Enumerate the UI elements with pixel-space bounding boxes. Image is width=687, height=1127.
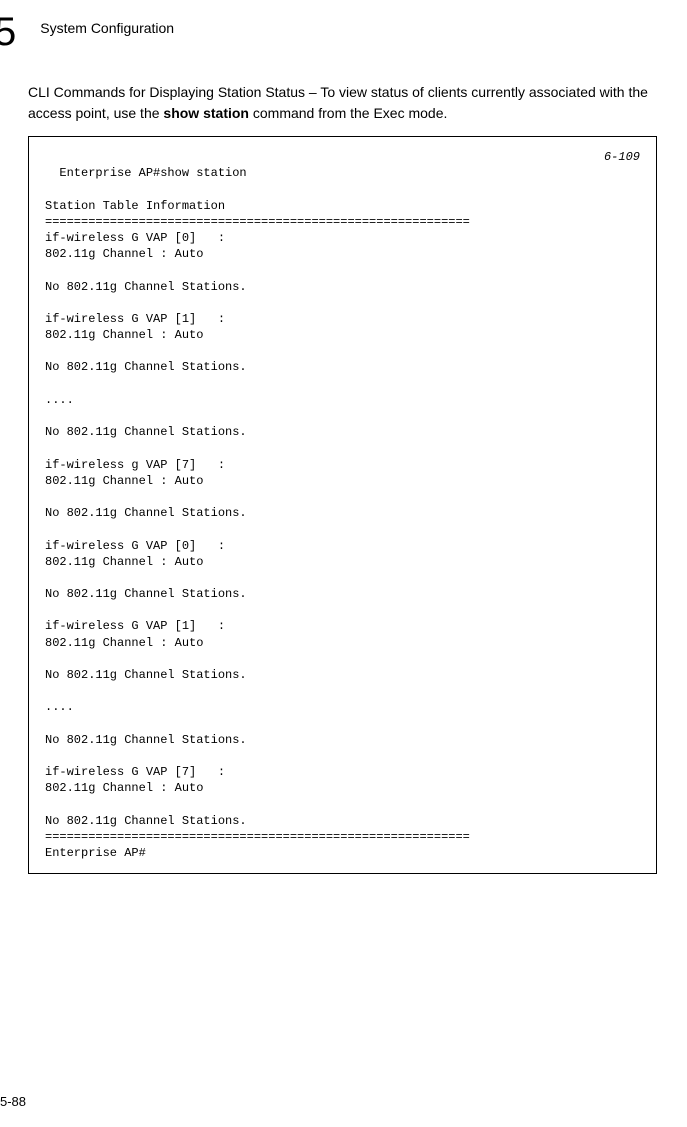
intro-text-after: command from the Exec mode.: [249, 105, 447, 121]
intro-command: show station: [163, 105, 249, 121]
page-header: 5 System Configuration: [28, 18, 657, 52]
chapter-number: 5: [0, 12, 16, 52]
code-block: 6-109 Enterprise AP#show station Station …: [28, 136, 657, 874]
page-number: 5-88: [0, 1094, 26, 1109]
header-title: System Configuration: [40, 20, 174, 36]
intro-paragraph: CLI Commands for Displaying Station Stat…: [28, 82, 657, 124]
code-body: Enterprise AP#show station Station Table…: [45, 166, 470, 860]
code-reference: 6-109: [604, 149, 640, 165]
